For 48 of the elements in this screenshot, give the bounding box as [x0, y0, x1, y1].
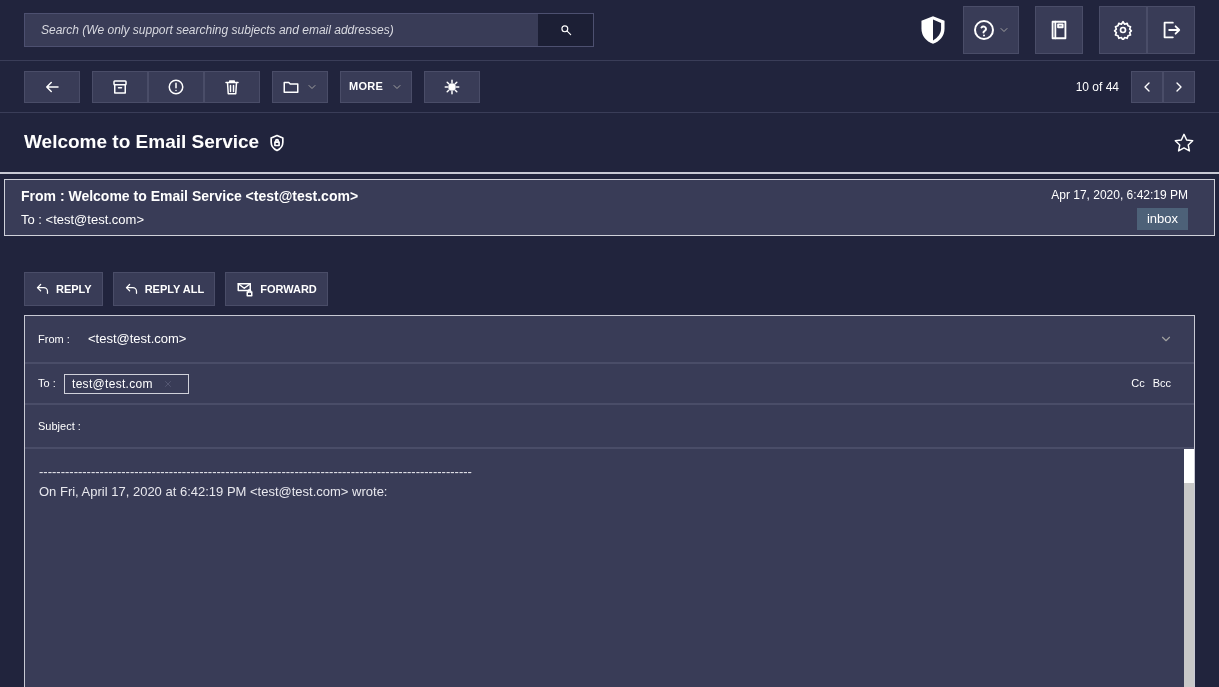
help-icon — [972, 18, 996, 42]
reply-button[interactable]: REPLY — [24, 272, 103, 306]
to-label: To : — [38, 376, 57, 392]
notebook-button[interactable] — [1035, 6, 1083, 54]
recipient-line: To : <test@test.com> — [21, 211, 146, 229]
message-subject: Welcome to Email Service — [24, 130, 260, 155]
message-date: Apr 17, 2020, 6:42:19 PM — [1051, 187, 1188, 204]
reply-arrow-icon — [35, 281, 50, 297]
archive-button[interactable] — [92, 70, 148, 103]
sender-line: From : Welcome to Email Service <test@test.com> — [21, 187, 359, 206]
search-field[interactable]: Search (We only support searching subjects and email addresses) — [24, 13, 594, 47]
star-icon[interactable] — [1173, 131, 1195, 154]
filter-button[interactable] — [424, 70, 480, 103]
subject-label: Subject : — [38, 418, 81, 434]
shield-icon — [919, 15, 947, 45]
spam-button[interactable] — [148, 70, 204, 103]
more-button[interactable]: MORE — [340, 70, 412, 103]
from-label: From : — [38, 331, 71, 347]
trash-icon — [223, 77, 241, 96]
message-body[interactable]: ---------------------------------------------------------------------------------------------------- On Fri, April 17, 2020 at 6:42:19 PM <test@test.com> wrote: — [25, 449, 1184, 687]
logout-button[interactable] — [1147, 6, 1195, 54]
exclamation-icon — [167, 77, 185, 96]
reply-arrow-icon — [123, 281, 139, 297]
archive-icon — [111, 77, 129, 96]
folder-label: inbox — [1136, 208, 1188, 230]
back-button[interactable] — [24, 70, 80, 103]
recipient-chip[interactable]: test@test.com — [64, 373, 189, 394]
cc-link[interactable]: Cc — [1131, 375, 1145, 392]
from-value: <test@test.com> — [88, 330, 187, 349]
search-button[interactable] — [538, 14, 593, 46]
move-folder-button[interactable] — [272, 70, 328, 103]
help-button[interactable] — [963, 6, 1019, 54]
settings-button[interactable] — [1099, 6, 1147, 54]
previous-button[interactable] — [1131, 70, 1163, 103]
search-input[interactable]: Search (We only support searching subjects and email addresses) — [25, 21, 538, 39]
body-line: ---------------------------------------------------------------------------------------------------- — [39, 463, 472, 481]
search-icon — [558, 23, 573, 37]
delete-button[interactable] — [204, 70, 260, 103]
close-icon — [162, 378, 173, 389]
forward-button[interactable]: FORWARD — [225, 272, 328, 306]
envelope-lock-icon — [236, 280, 255, 298]
message-position: 10 of 44 — [1075, 78, 1119, 96]
recipient-address: test@test.com — [72, 375, 153, 393]
reply-button[interactable]: REPLY ALL — [112, 272, 216, 306]
body-line: On Fri, April 17, 2020 at 6:42:19 PM <test@test.com> wrote: — [39, 483, 388, 501]
next-button[interactable] — [1163, 70, 1195, 103]
bcc-link[interactable]: Bcc — [1152, 375, 1171, 392]
settings-icon — [1113, 20, 1133, 40]
